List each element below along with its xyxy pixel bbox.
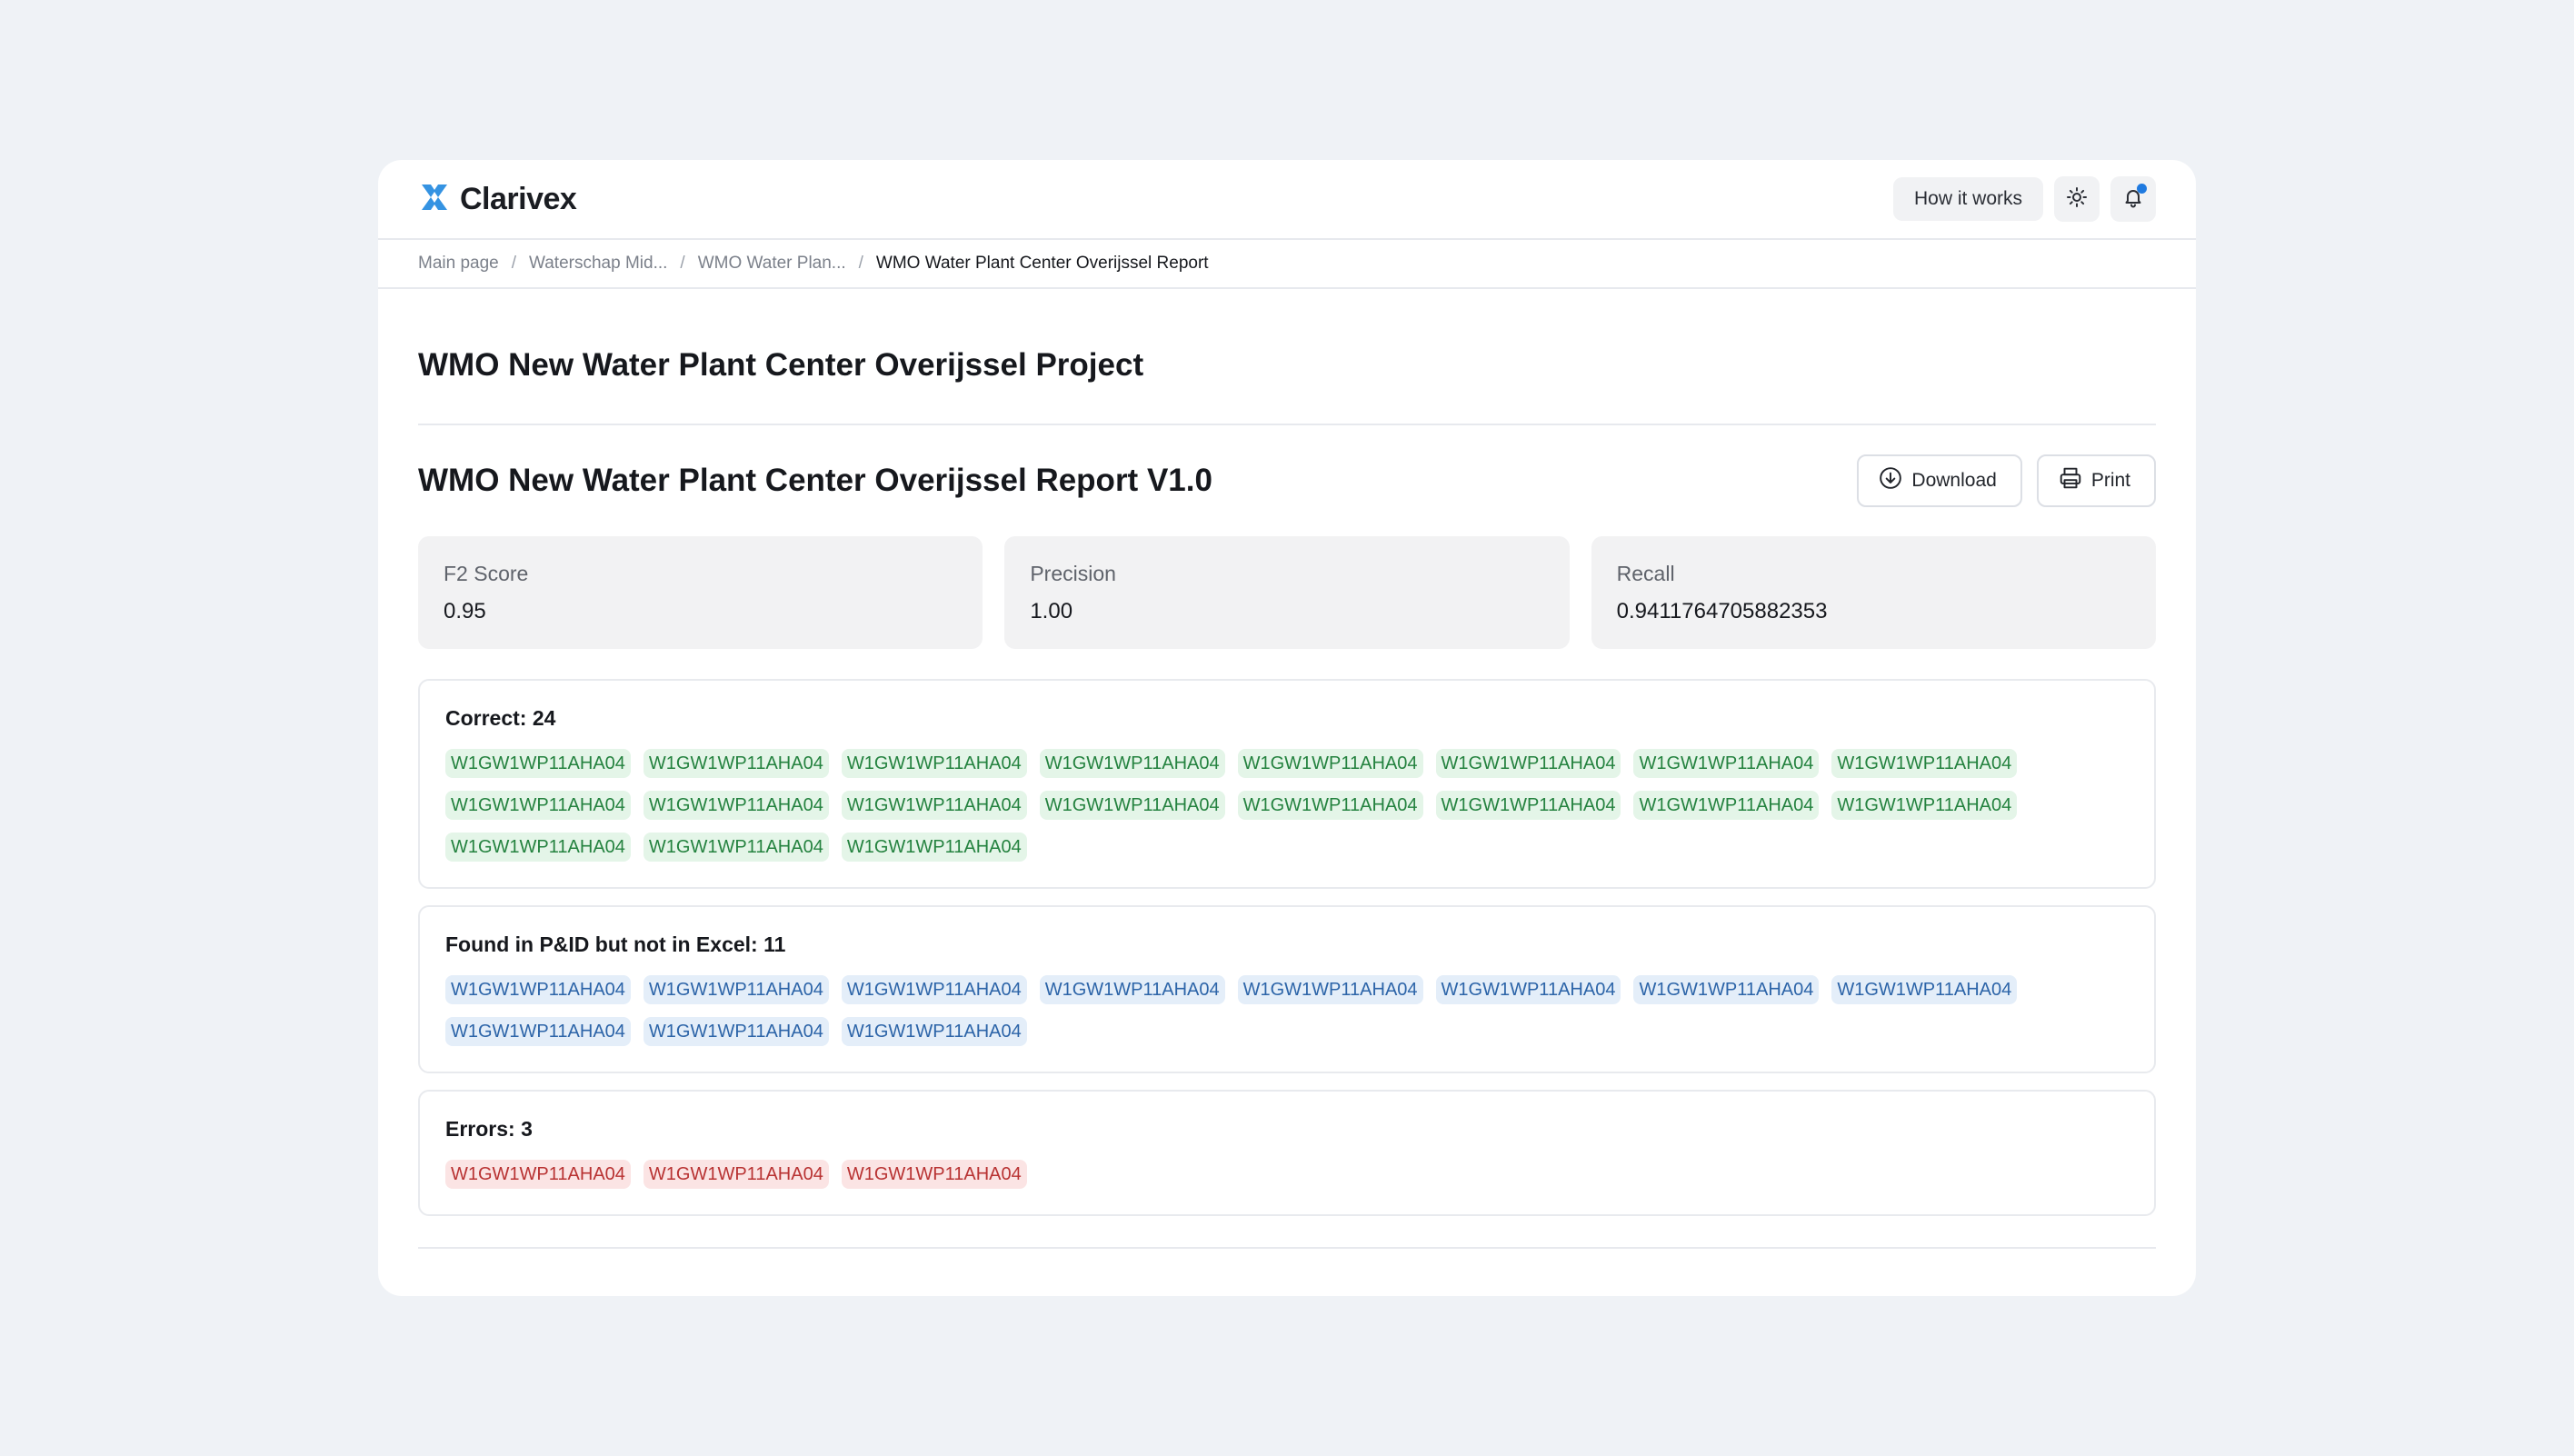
breadcrumb-item-main[interactable]: Main page (418, 254, 499, 274)
notification-dot (2137, 184, 2147, 194)
printer-icon (2059, 466, 2082, 495)
tag-chip: W1GW1WP11AHA04 (643, 833, 829, 862)
section-title: Errors: 3 (445, 1117, 533, 1141)
tag-chip: W1GW1WP11AHA04 (1633, 975, 1820, 1004)
tag-chip: W1GW1WP11AHA04 (1633, 749, 1820, 778)
metric-card-precision: Precision 1.00 (1004, 536, 1570, 649)
tag-chip: W1GW1WP11AHA04 (643, 975, 829, 1004)
tag-chip: W1GW1WP11AHA04 (1237, 791, 1423, 820)
metric-card-recall: Recall 0.9411764705882353 (1591, 536, 2156, 649)
tag-list: W1GW1WP11AHA04 W1GW1WP11AHA04 W1GW1WP11AHA… (445, 1160, 2129, 1189)
tag-chip: W1GW1WP11AHA04 (445, 1017, 631, 1046)
tag-chip: W1GW1WP11AHA04 (445, 1160, 631, 1189)
tag-chip: W1GW1WP11AHA04 (841, 1017, 1027, 1046)
print-button[interactable]: Print (2036, 454, 2156, 507)
breadcrumb-item-waterschap[interactable]: Waterschap Mid... (529, 254, 667, 274)
theme-toggle-button[interactable] (2054, 176, 2100, 222)
tag-chip: W1GW1WP11AHA04 (445, 791, 631, 820)
tag-chip: W1GW1WP11AHA04 (445, 975, 631, 1004)
top-bar: Clarivex How it works (378, 160, 2196, 240)
tag-chip: W1GW1WP11AHA04 (1435, 791, 1621, 820)
brand-name: Clarivex (460, 181, 577, 216)
tag-chip: W1GW1WP11AHA04 (1831, 791, 2018, 820)
brand-logo[interactable]: Clarivex (418, 181, 577, 218)
print-label: Print (2090, 470, 2130, 491)
tag-chip: W1GW1WP11AHA04 (1039, 975, 1225, 1004)
section-correct: Correct: 24 W1GW1WP11AHA04 W1GW1WP11AHA04… (418, 679, 2156, 889)
tag-list: W1GW1WP11AHA04 W1GW1WP11AHA04 W1GW1WP11AHA… (445, 975, 2129, 1046)
tag-chip: W1GW1WP11AHA04 (841, 833, 1027, 862)
tag-chip: W1GW1WP11AHA04 (1831, 749, 2018, 778)
tag-chip: W1GW1WP11AHA04 (1039, 791, 1225, 820)
tag-chip: W1GW1WP11AHA04 (643, 1017, 829, 1046)
tag-chip: W1GW1WP11AHA04 (1435, 975, 1621, 1004)
tag-chip: W1GW1WP11AHA04 (643, 1160, 829, 1189)
tag-chip: W1GW1WP11AHA04 (1831, 975, 2018, 1004)
tag-chip: W1GW1WP11AHA04 (841, 791, 1027, 820)
tag-list: W1GW1WP11AHA04 W1GW1WP11AHA04 W1GW1WP11AHA… (445, 749, 2129, 862)
sun-icon (2066, 186, 2088, 213)
download-label: Download (1911, 470, 1997, 491)
tag-chip: W1GW1WP11AHA04 (1435, 749, 1621, 778)
breadcrumb-item-current: WMO Water Plant Center Overijssel Report (875, 254, 1209, 273)
tag-chip: W1GW1WP11AHA04 (1633, 791, 1820, 820)
main-card: Clarivex How it works Main page / Waters… (378, 160, 2196, 1296)
tag-chip: W1GW1WP11AHA04 (1237, 975, 1423, 1004)
metric-card-f2: F2 Score 0.95 (418, 536, 983, 649)
metric-label: F2 Score (444, 562, 529, 585)
tag-chip: W1GW1WP11AHA04 (841, 1160, 1027, 1189)
report-title: WMO New Water Plant Center Overijssel Re… (418, 463, 1212, 498)
breadcrumb: Main page / Waterschap Mid... / WMO Wate… (378, 240, 2196, 289)
tag-chip: W1GW1WP11AHA04 (841, 749, 1027, 778)
notifications-button[interactable] (2110, 176, 2156, 222)
metric-value: 0.9411764705882353 (1616, 599, 1828, 623)
how-it-works-button[interactable]: How it works (1892, 177, 2043, 221)
metric-label: Precision (1030, 562, 1116, 585)
metric-value: 0.95 (444, 599, 486, 623)
metric-label: Recall (1616, 562, 1675, 585)
section-title: Found in P&ID but not in Excel: 11 (445, 932, 786, 956)
clarivex-logo-icon (418, 181, 451, 218)
tag-chip: W1GW1WP11AHA04 (841, 975, 1027, 1004)
tag-chip: W1GW1WP11AHA04 (1039, 749, 1225, 778)
tag-chip: W1GW1WP11AHA04 (445, 833, 631, 862)
page-title: WMO New Water Plant Center Overijssel Pr… (418, 289, 2156, 425)
breadcrumb-item-plan[interactable]: WMO Water Plan... (698, 254, 846, 274)
tag-chip: W1GW1WP11AHA04 (1237, 749, 1423, 778)
divider (418, 1247, 2156, 1249)
section-title: Correct: 24 (445, 706, 556, 730)
tag-chip: W1GW1WP11AHA04 (643, 791, 829, 820)
download-icon (1879, 466, 1902, 495)
download-button[interactable]: Download (1857, 454, 2022, 507)
metric-value: 1.00 (1030, 599, 1073, 623)
section-errors: Errors: 3 W1GW1WP11AHA04 W1GW1WP11AHA04 W1… (418, 1090, 2156, 1216)
metrics-row: F2 Score 0.95 Precision 1.00 Recall 0.94… (418, 536, 2156, 649)
section-found-not-in-excel: Found in P&ID but not in Excel: 11 W1GW1… (418, 905, 2156, 1073)
tag-chip: W1GW1WP11AHA04 (445, 749, 631, 778)
tag-chip: W1GW1WP11AHA04 (643, 749, 829, 778)
